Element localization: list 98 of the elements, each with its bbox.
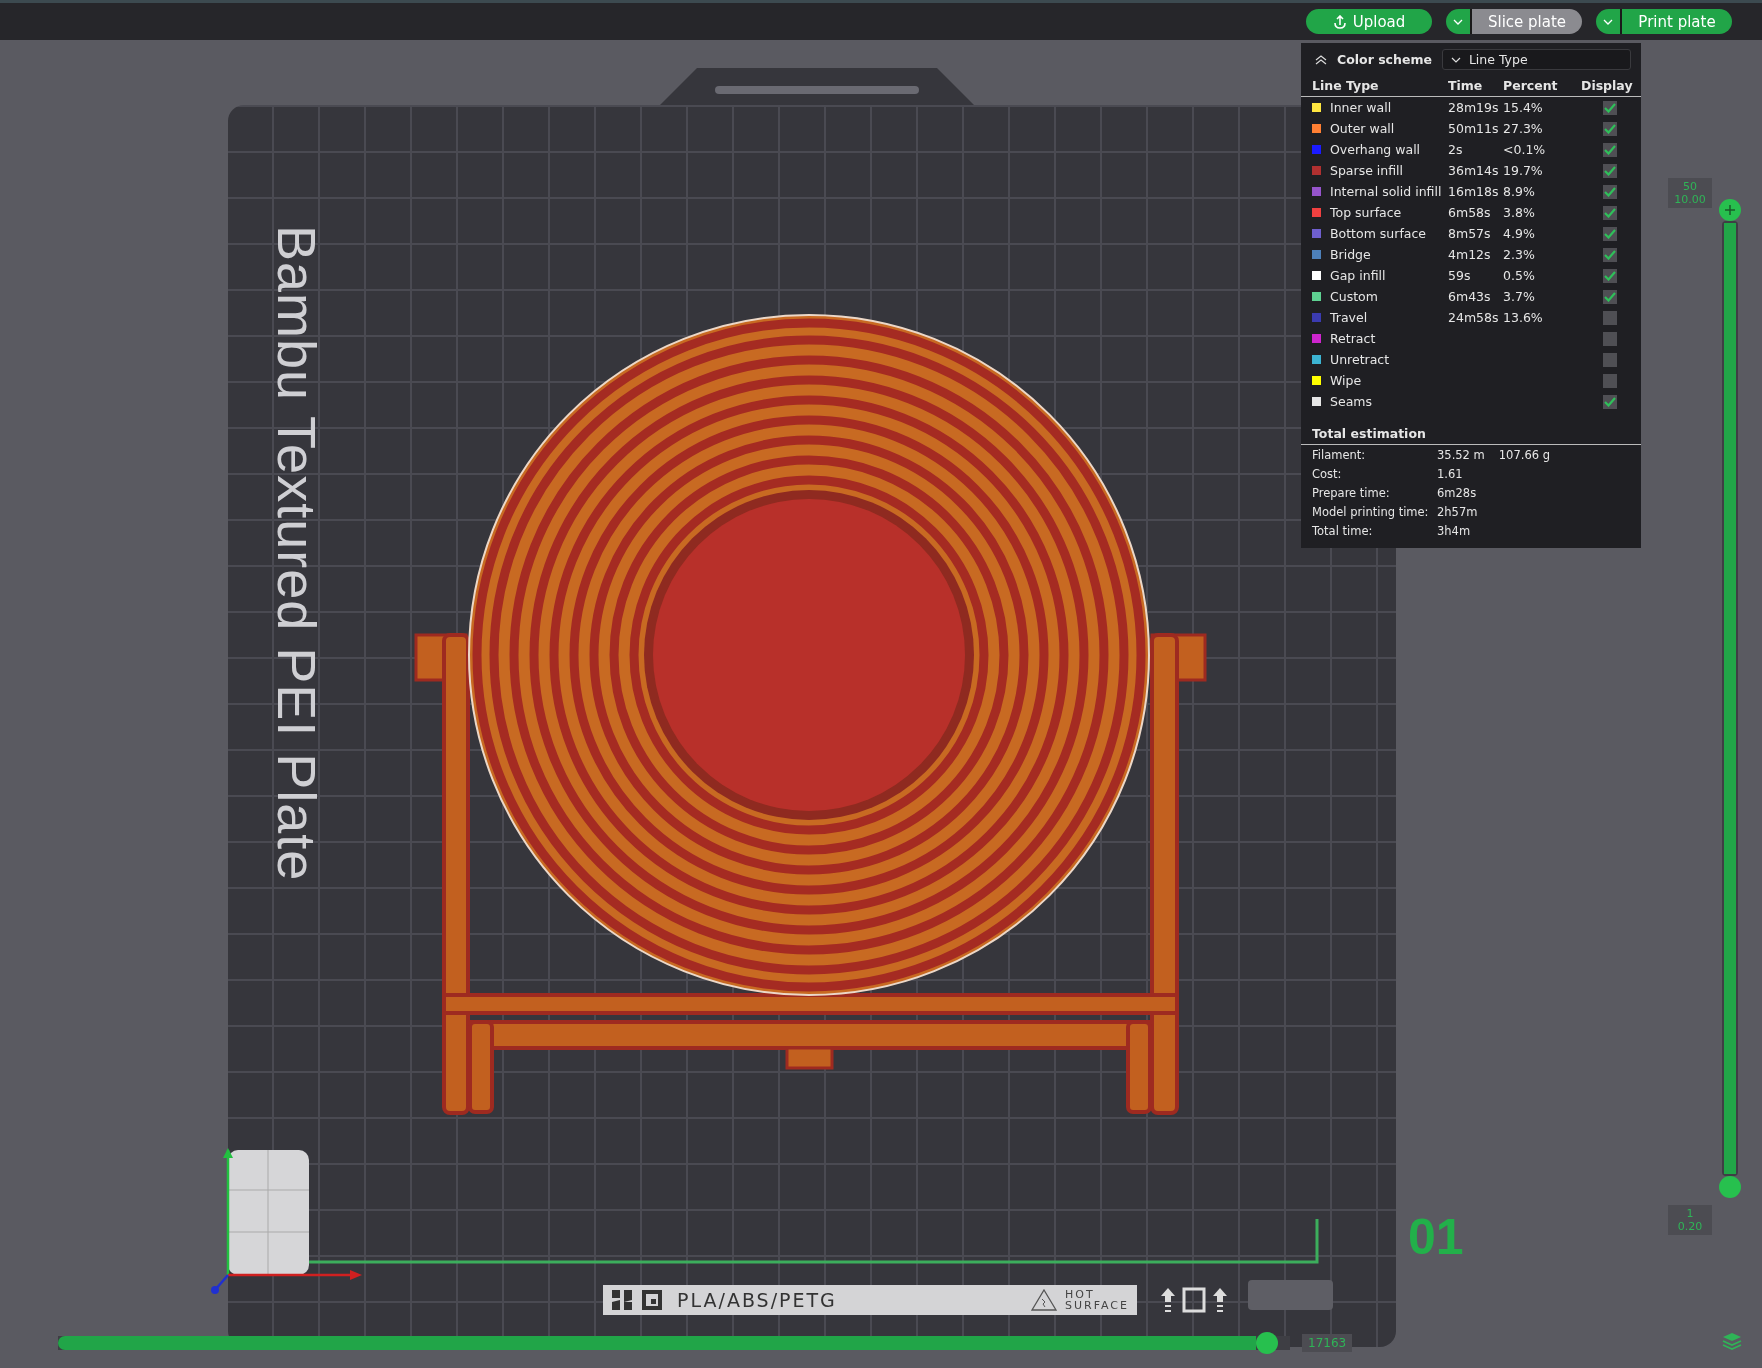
display-checkbox[interactable] — [1603, 310, 1617, 325]
total-label: Total time: — [1312, 523, 1374, 538]
column-header: Line Type — [1312, 77, 1380, 93]
line-type-name: Bridge — [1330, 247, 1372, 262]
display-checkbox[interactable] — [1603, 247, 1617, 262]
time-value: 16m18s — [1448, 184, 1500, 199]
time-value: 28m19s — [1448, 100, 1500, 115]
plate-action-button[interactable]: Print plate — [1622, 9, 1732, 34]
layer-height: 0.20 — [1677, 1220, 1703, 1233]
time-value: 2s — [1448, 142, 1464, 157]
total-value: 107.66 g — [1498, 447, 1550, 462]
percent-value: 4.9% — [1503, 226, 1536, 241]
display-checkbox[interactable] — [1603, 163, 1617, 178]
percent-value: 19.7% — [1503, 163, 1544, 178]
layer-height: 10.00 — [1674, 193, 1706, 206]
display-checkbox[interactable] — [1603, 268, 1617, 283]
layer-number: 50 — [1683, 180, 1697, 193]
total-value: 3h4m — [1437, 523, 1471, 538]
line-type-name: Wipe — [1330, 373, 1363, 388]
total-label: Model printing time: — [1312, 504, 1430, 519]
plate-logo-icon — [611, 1289, 633, 1311]
total-value: 35.52 m — [1437, 447, 1485, 462]
chevron-down-icon — [1453, 18, 1463, 25]
percent-value: <0.1% — [1503, 142, 1547, 157]
percent-value: 13.6% — [1503, 310, 1544, 325]
line-type-name: Top surface — [1330, 205, 1403, 220]
column-header: Display — [1581, 77, 1633, 93]
warning-text: HOT — [1065, 1289, 1096, 1300]
time-value: 36m14s — [1448, 163, 1500, 178]
display-checkbox[interactable] — [1603, 352, 1617, 367]
color-scheme-dropdown[interactable]: Line Type — [1441, 49, 1631, 70]
display-checkbox[interactable] — [1603, 394, 1617, 409]
display-checkbox[interactable] — [1603, 226, 1617, 241]
line-type-name: Overhang wall — [1330, 142, 1422, 157]
display-checkbox[interactable] — [1603, 205, 1617, 220]
slider-thumb[interactable] — [1719, 1176, 1741, 1198]
percent-value: 2.3% — [1503, 247, 1536, 262]
total-value: 1.61 — [1437, 466, 1463, 481]
move-value: 17163 — [1302, 1334, 1353, 1352]
total-label: Filament: — [1312, 447, 1367, 462]
plate-markings-icon — [1160, 1286, 1230, 1314]
total-label: Cost: — [1312, 466, 1343, 481]
percent-value: 3.7% — [1503, 289, 1536, 304]
total-label: Prepare time: — [1312, 485, 1391, 500]
display-checkbox[interactable] — [1603, 100, 1617, 115]
collapse-icon[interactable] — [1315, 54, 1327, 65]
time-value: 50m11s — [1448, 121, 1500, 136]
column-header: Percent — [1503, 77, 1559, 93]
chevron-down-icon — [1450, 56, 1461, 63]
percent-value: 3.8% — [1503, 205, 1536, 220]
line-type-name: Custom — [1330, 289, 1379, 304]
time-value: 24m58s — [1448, 310, 1500, 325]
percent-value: 27.3% — [1503, 121, 1544, 136]
line-type-name: Bottom surface — [1330, 226, 1428, 241]
line-type-name: Internal solid infill — [1330, 184, 1443, 199]
percent-value: 15.4% — [1503, 100, 1544, 115]
total-title: Total estimation — [1301, 418, 1641, 445]
total-value: 2h57m — [1437, 504, 1478, 519]
time-value: 8m57s — [1448, 226, 1492, 241]
display-checkbox[interactable] — [1603, 331, 1617, 346]
material-label: PLA/ABS/PETG — [677, 1289, 837, 1311]
line-type-name: Retract — [1330, 331, 1377, 346]
axes-icon — [211, 1148, 362, 1294]
line-type-name: Outer wall — [1330, 121, 1396, 136]
slider-thumb[interactable] — [1719, 199, 1741, 221]
layer-number: 1 — [1686, 1207, 1694, 1220]
line-type-name: Seams — [1330, 394, 1373, 409]
time-value: 4m12s — [1448, 247, 1492, 262]
upload-button[interactable]: Upload — [1306, 9, 1432, 34]
warning-icon — [1031, 1289, 1058, 1311]
display-checkbox[interactable] — [1603, 289, 1617, 304]
percent-value: 8.9% — [1503, 184, 1536, 199]
line-type-name: Sparse infill — [1330, 163, 1405, 178]
display-checkbox[interactable] — [1603, 184, 1617, 199]
column-header: Time — [1448, 77, 1484, 93]
line-type-name: Gap infill — [1330, 268, 1387, 283]
plate-type-icon — [641, 1289, 663, 1311]
line-type-name: Inner wall — [1330, 100, 1393, 115]
layers-icon[interactable] — [1722, 1332, 1742, 1350]
total-value: 6m28s — [1437, 485, 1477, 500]
dropdown-button[interactable] — [1596, 9, 1622, 34]
line-type-name: Travel — [1330, 310, 1369, 325]
legend-title: Color scheme — [1337, 52, 1432, 67]
display-checkbox[interactable] — [1603, 142, 1617, 157]
line-type-name: Unretract — [1330, 352, 1391, 367]
display-checkbox[interactable] — [1603, 373, 1617, 388]
time-value: 6m43s — [1448, 289, 1492, 304]
dropdown-button[interactable] — [1446, 9, 1472, 34]
plate-name: Bambu Textured PEI Plate — [266, 225, 328, 882]
warning-text: SURFACE — [1065, 1300, 1129, 1311]
plate-number: 01 — [1408, 1208, 1464, 1266]
plate-action-button[interactable]: Slice plate — [1472, 9, 1582, 34]
time-value: 59s — [1448, 268, 1472, 283]
percent-value: 0.5% — [1503, 268, 1536, 283]
chevron-down-icon — [1603, 18, 1613, 25]
time-value: 6m58s — [1448, 205, 1492, 220]
display-checkbox[interactable] — [1603, 121, 1617, 136]
upload-icon — [1332, 14, 1347, 29]
